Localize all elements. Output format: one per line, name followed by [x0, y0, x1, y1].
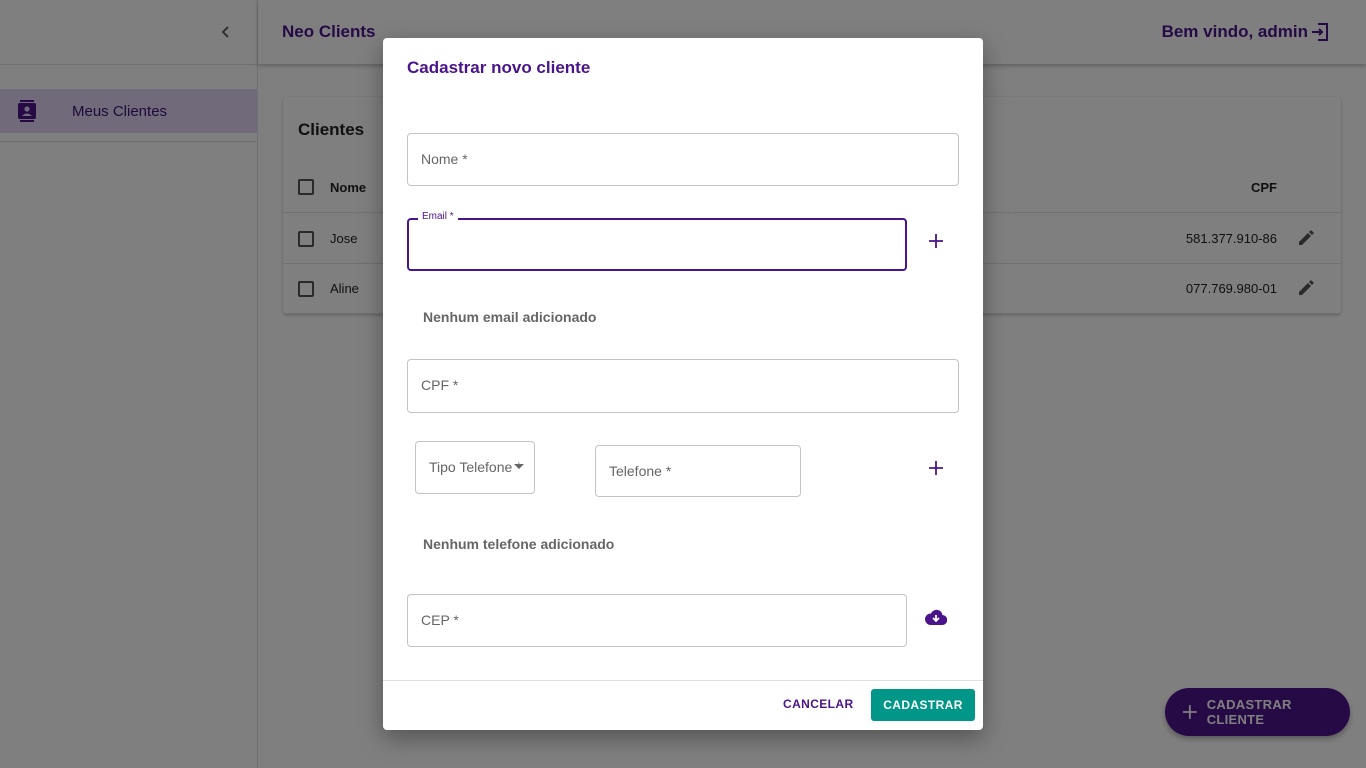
plus-icon: [929, 461, 943, 475]
telefone-field[interactable]: Telefone *: [595, 445, 801, 497]
cloud-download-icon: [925, 609, 947, 625]
cep-field[interactable]: CEP *: [407, 594, 907, 647]
tipo-telefone-select[interactable]: Tipo Telefone *: [415, 441, 535, 494]
cpf-field[interactable]: CPF *: [407, 359, 959, 413]
tipo-telefone-placeholder: Tipo Telefone *: [429, 459, 522, 475]
cancel-button[interactable]: CANCELAR: [783, 697, 854, 711]
plus-icon: [929, 234, 943, 248]
add-email-button[interactable]: [924, 229, 948, 253]
dialog-title: Cadastrar novo cliente: [407, 58, 591, 77]
telefone-placeholder: Telefone *: [609, 463, 672, 479]
nome-placeholder: Nome *: [421, 151, 468, 167]
submit-button[interactable]: CADASTRAR: [871, 689, 975, 721]
nome-field[interactable]: Nome *: [407, 133, 959, 186]
new-client-dialog: Cadastrar novo cliente Nome * Email * Ne…: [383, 38, 983, 730]
dropdown-arrow-icon: [514, 464, 524, 469]
add-telefone-button[interactable]: [924, 456, 948, 480]
email-label: Email *: [418, 211, 458, 222]
empty-email-message: Nenhum email adicionado: [423, 309, 597, 325]
dialog-actions: CANCELAR CADASTRAR: [383, 680, 983, 730]
cpf-placeholder: CPF *: [421, 377, 459, 393]
cep-placeholder: CEP *: [421, 612, 459, 628]
search-cep-button[interactable]: [924, 605, 948, 629]
email-field[interactable]: Email *: [407, 211, 907, 271]
empty-telefone-message: Nenhum telefone adicionado: [423, 536, 615, 552]
